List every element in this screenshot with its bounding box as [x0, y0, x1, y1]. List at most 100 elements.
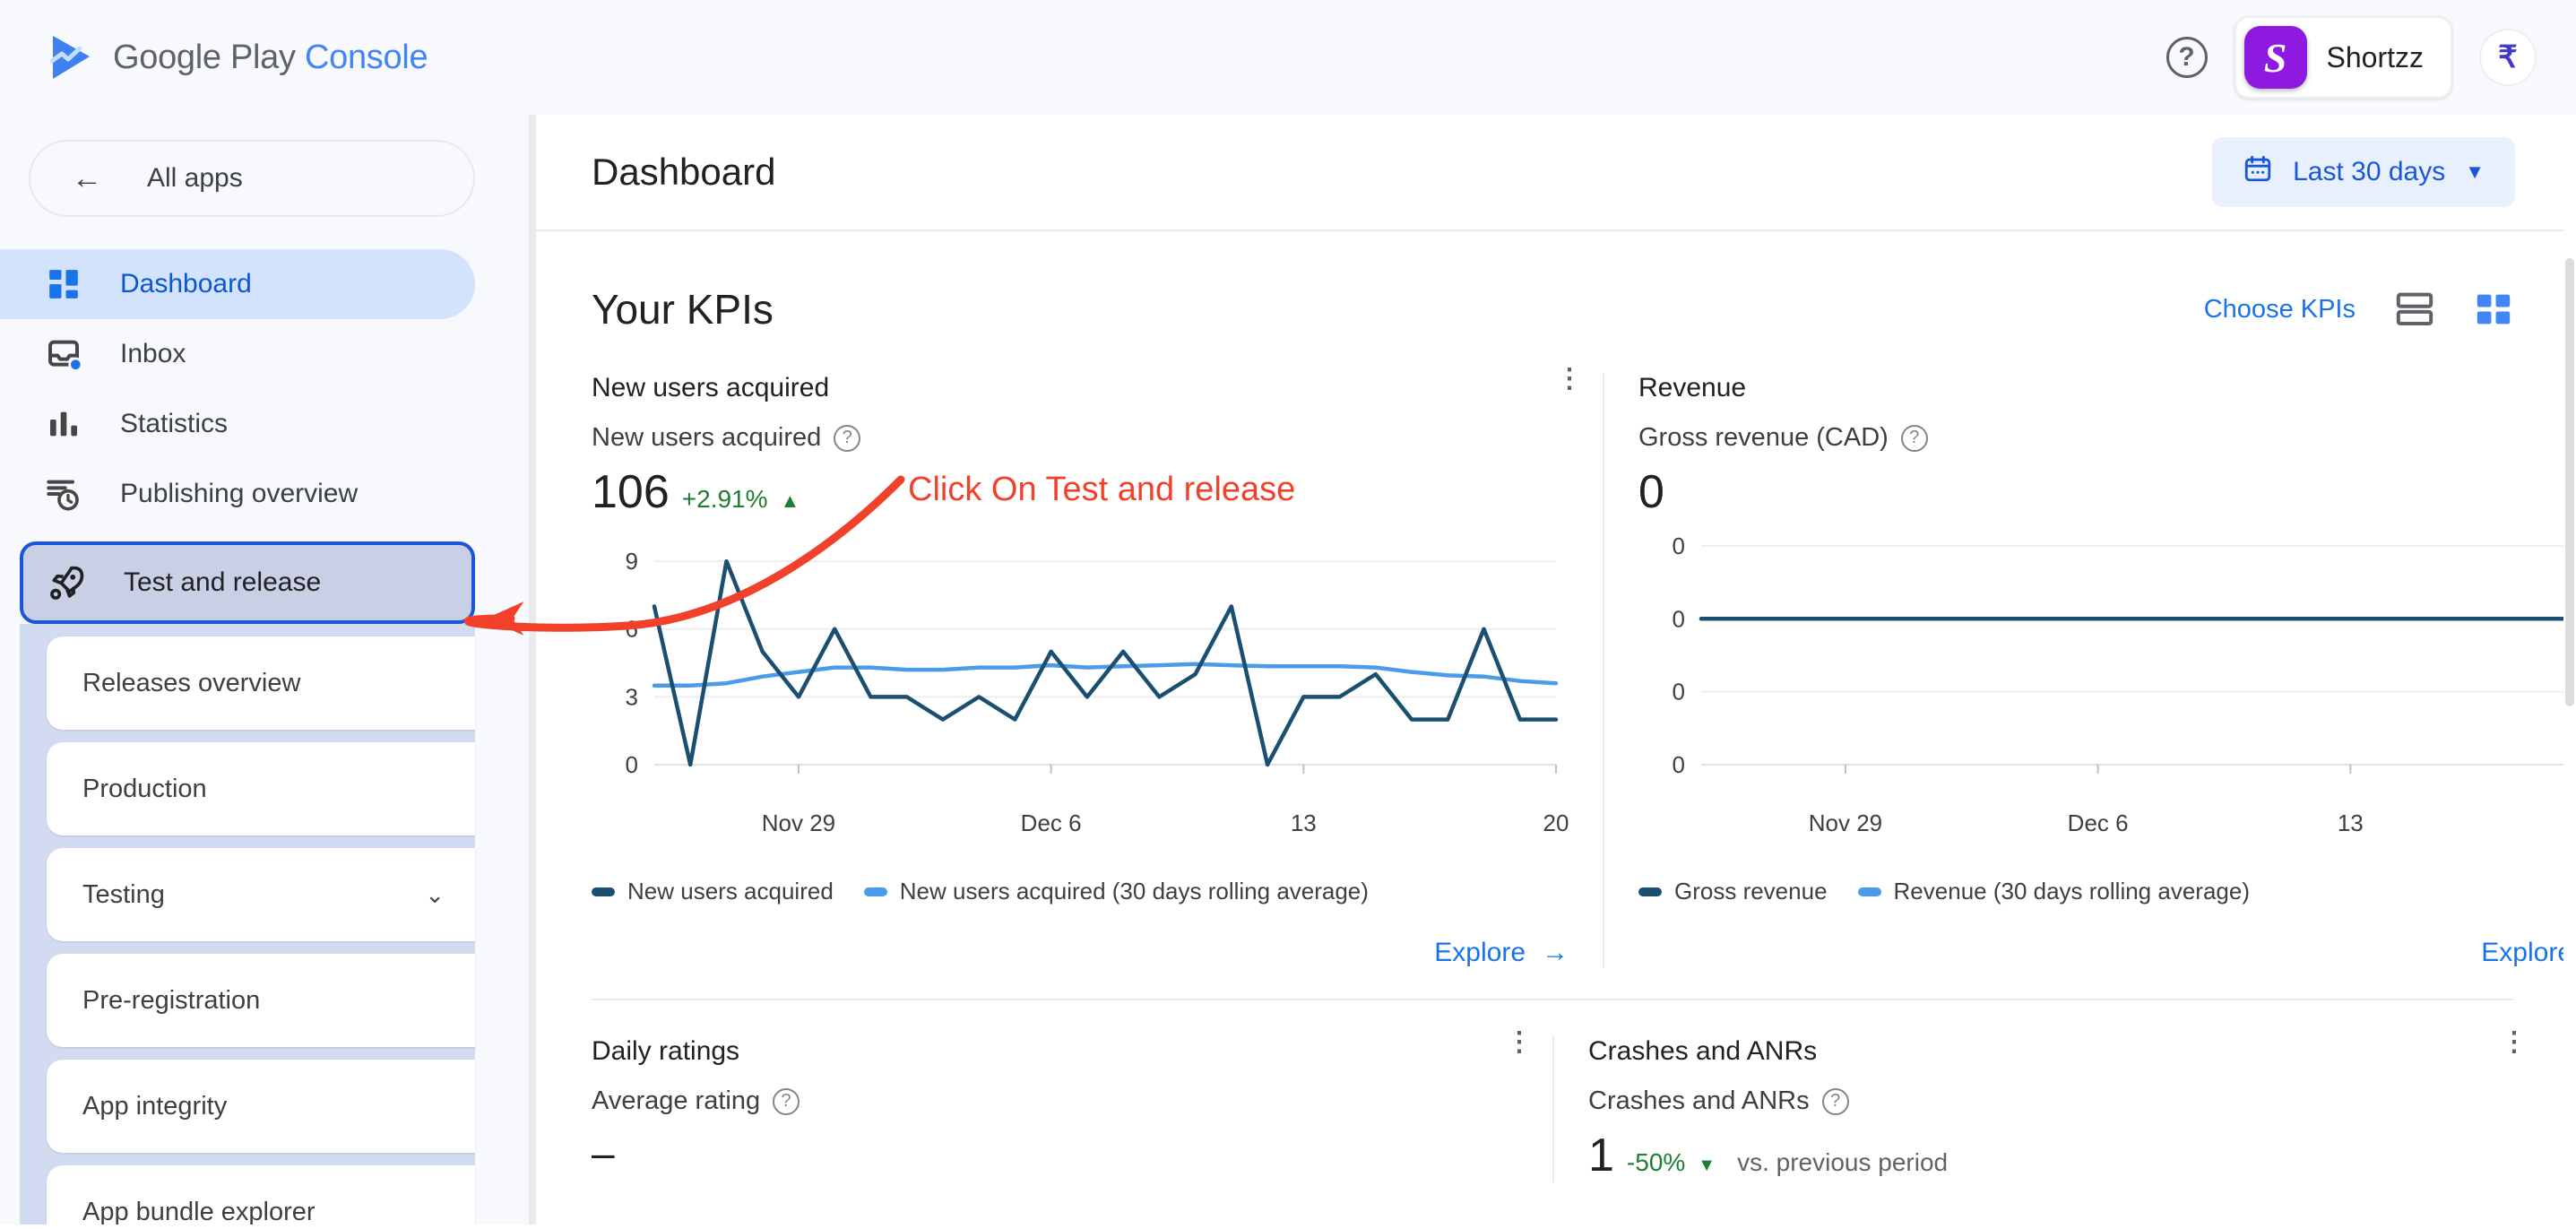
help-circle-icon[interactable]: ? — [834, 425, 860, 452]
sidebar-subitem-label: App integrity — [82, 1092, 227, 1121]
scrollbar-thumb[interactable] — [2565, 258, 2574, 706]
chart-x-axis-labels: Nov 29Dec 61320 — [592, 809, 1569, 842]
rupee-glyph: ₹ — [2498, 39, 2518, 75]
sidebar-nav: Dashboard Inbox Statistics — [0, 249, 531, 1225]
page-title: Dashboard — [592, 151, 775, 194]
card-title: Revenue — [1638, 373, 1746, 403]
sidebar-item-label: Test and release — [124, 567, 321, 598]
explore-label: Explore — [1434, 938, 1526, 968]
legend-item: Gross revenue — [1638, 878, 1828, 905]
kpi-card-revenue: Revenue ⋮ Gross revenue (CAD) ? 0 0000 N… — [1603, 373, 2569, 968]
card-title: New users acquired — [592, 373, 829, 403]
date-range-selector[interactable]: Last 30 days ▼ — [2212, 137, 2515, 207]
kpi-heading: Your KPIs — [592, 285, 774, 333]
chart-revenue: 0000 — [1638, 535, 2569, 804]
calendar-icon — [2243, 153, 2273, 191]
metric-value: – — [592, 1129, 615, 1177]
help-circle-icon[interactable]: ? — [1822, 1088, 1849, 1115]
card-title: Crashes and ANRs — [1588, 1036, 1817, 1067]
metric-value-row: – — [592, 1129, 1518, 1177]
publishing-clock-icon — [43, 473, 84, 515]
top-app-bar: Google Play Console ? S Shortzz ₹ — [0, 0, 2576, 115]
sidebar-divider — [529, 115, 536, 1225]
metric-value: 0 — [1638, 465, 1664, 519]
page-scrollbar[interactable] — [2563, 115, 2576, 1225]
help-circle-icon[interactable]: ? — [773, 1088, 800, 1115]
card-header: New users acquired ⋮ — [592, 373, 1569, 403]
sidebar-item-dashboard[interactable]: Dashboard — [0, 249, 475, 319]
x-tick-label: Nov 29 — [1809, 809, 1882, 837]
google-play-logo — [50, 34, 93, 81]
choose-kpis-button[interactable]: Choose KPIs — [2204, 295, 2356, 325]
legend-label: Gross revenue — [1674, 878, 1828, 905]
svg-text:0: 0 — [1673, 679, 1685, 705]
sidebar-subitem-testing[interactable]: Testing ⌄ — [47, 848, 475, 941]
metric-label-row: Average rating ? — [592, 1086, 1518, 1116]
svg-text:0: 0 — [1673, 751, 1685, 778]
trend-down-icon: ▼ — [1698, 1155, 1716, 1176]
x-tick-label: Dec 6 — [2068, 809, 2129, 837]
kpi-card-new-users: New users acquired ⋮ New users acquired … — [592, 373, 1603, 968]
metric-label-row: New users acquired ? — [592, 423, 1569, 453]
metric-label: Average rating — [592, 1086, 760, 1116]
x-tick-label: Nov 29 — [762, 809, 835, 837]
kpi-section-header: Your KPIs Choose KPIs — [536, 231, 2569, 333]
card-header: Crashes and ANRs ⋮ — [1588, 1036, 2513, 1067]
chevron-down-icon: ▼ — [2465, 160, 2485, 184]
sidebar-subitem-label: Production — [82, 775, 207, 804]
brand-word-2: Console — [305, 39, 428, 76]
legend-item: New users acquired — [592, 878, 834, 905]
legend-swatch — [592, 887, 615, 896]
all-apps-button[interactable]: ← All apps — [29, 140, 475, 217]
sidebar-item-test-and-release[interactable]: Test and release — [20, 541, 475, 624]
sidebar-subitem-label: Testing — [82, 880, 165, 910]
sidebar-item-label: Dashboard — [120, 269, 252, 299]
sidebar-subitem-label: Pre-registration — [82, 986, 260, 1016]
more-vert-icon[interactable]: ⋮ — [2501, 1036, 2513, 1047]
grid-view-icon[interactable] — [2474, 291, 2513, 327]
sidebar-subitem-app-integrity[interactable]: App integrity — [47, 1060, 475, 1153]
date-range-label: Last 30 days — [2293, 157, 2445, 187]
metric-comparison-label: vs. previous period — [1737, 1148, 1948, 1177]
metric-label-row: Gross revenue (CAD) ? — [1638, 423, 2569, 453]
explore-link-revenue[interactable]: Explore → — [1638, 938, 2569, 968]
more-vert-icon[interactable]: ⋮ — [1556, 373, 1569, 384]
sidebar-item-label: Inbox — [120, 339, 186, 369]
sidebar-item-statistics[interactable]: Statistics — [0, 389, 475, 459]
list-view-icon[interactable] — [2395, 291, 2434, 327]
sidebar-subitem-production[interactable]: Production — [47, 742, 475, 835]
rocket-icon — [47, 562, 88, 603]
help-circle-icon[interactable]: ? — [2166, 37, 2208, 78]
sidebar-subitem-pre-registration[interactable]: Pre-registration — [47, 954, 475, 1047]
main-content: Dashboard Last 30 days ▼ Your KPIs Choos… — [536, 115, 2569, 1225]
metric-label-row: Crashes and ANRs ? — [1588, 1086, 2513, 1116]
explore-link-new-users[interactable]: Explore → — [592, 938, 1569, 968]
metric-delta: +2.91% — [682, 485, 768, 514]
bar-chart-icon — [43, 403, 84, 445]
rupee-icon[interactable]: ₹ — [2479, 29, 2537, 86]
legend-label: New users acquired — [627, 878, 834, 905]
sidebar-item-inbox[interactable]: Inbox — [0, 319, 475, 389]
metric-value: 106 — [592, 465, 670, 519]
brand-logo[interactable]: Google Play Console — [50, 34, 428, 81]
app-switcher-chip[interactable]: S Shortzz — [2235, 16, 2452, 99]
svg-text:6: 6 — [626, 616, 638, 643]
metric-value-row: 0 — [1638, 465, 2569, 519]
help-circle-icon[interactable]: ? — [1901, 425, 1928, 452]
x-tick-label: 20 — [1543, 809, 1569, 837]
legend-item: New users acquired (30 days rolling aver… — [864, 878, 1369, 905]
card-header: Revenue ⋮ — [1638, 373, 2569, 403]
brand-text: Google Play Console — [113, 39, 428, 77]
trend-up-icon: ▲ — [781, 489, 800, 513]
metric-label: Crashes and ANRs — [1588, 1086, 1810, 1116]
card-title: Daily ratings — [592, 1036, 739, 1067]
svg-text:0: 0 — [1673, 535, 1685, 559]
brand-word-1: Google Play — [113, 39, 296, 76]
sidebar-item-publishing-overview[interactable]: Publishing overview — [0, 459, 475, 529]
sidebar-subitem-releases-overview[interactable]: Releases overview — [47, 636, 475, 730]
chevron-down-icon[interactable]: ⌄ — [425, 881, 445, 909]
more-vert-icon[interactable]: ⋮ — [1506, 1036, 1518, 1047]
card-header: Daily ratings ⋮ — [592, 1036, 1518, 1067]
sidebar-subitem-app-bundle-explorer[interactable]: App bundle explorer — [47, 1165, 475, 1225]
avatar-letter: S — [2244, 26, 2307, 89]
